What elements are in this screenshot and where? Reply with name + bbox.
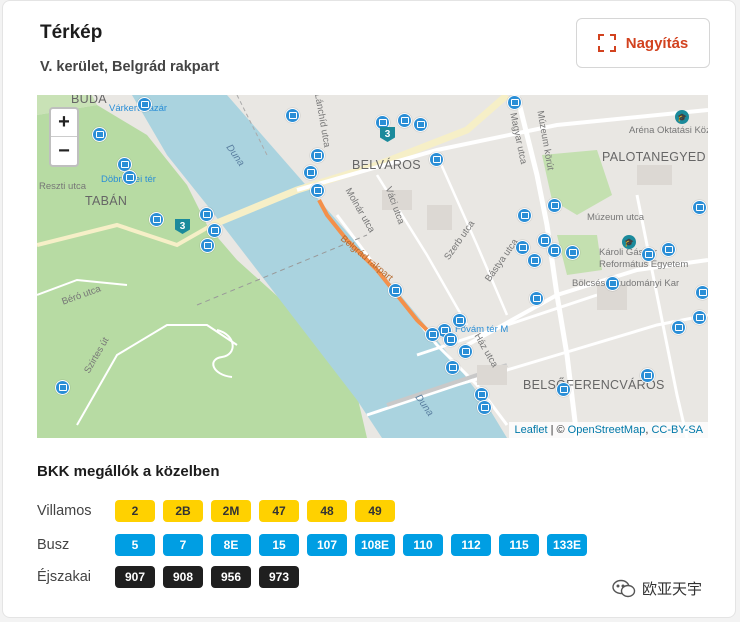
stops-section-title: BKK megállók a közelben	[37, 463, 220, 480]
zoom-in-button[interactable]: +	[51, 109, 77, 137]
bus-stop-icon[interactable]	[199, 207, 214, 222]
bus-stop-icon[interactable]	[692, 200, 707, 215]
bus-line-chip[interactable]: 115	[499, 534, 539, 556]
leaflet-link[interactable]: Leaflet	[514, 424, 547, 436]
wechat-icon	[612, 579, 636, 597]
bus-lines: 5 7 8E 15 107 108E 110 112 115 133E	[115, 534, 587, 556]
night-lines: 907 908 956 973	[115, 566, 299, 588]
map-label-palotanegyed: PALOTANEGYED	[602, 150, 706, 164]
bus-stop-icon[interactable]	[517, 208, 532, 223]
tram-line-chip[interactable]: 2	[115, 500, 155, 522]
bus-stop-icon[interactable]	[310, 148, 325, 163]
bus-stop-icon[interactable]	[641, 247, 656, 262]
night-row-label: Éjszakai	[37, 569, 91, 585]
bus-stop-icon[interactable]	[661, 242, 676, 257]
map-view[interactable]: BUDA Várkert Bazár Döbrentei tér Reszti …	[37, 95, 708, 438]
bus-stop-icon[interactable]	[507, 95, 522, 110]
bus-stop-icon[interactable]	[207, 223, 222, 238]
bus-stop-icon[interactable]	[452, 313, 467, 328]
bus-stop-icon[interactable]	[565, 245, 580, 260]
bus-stop-icon[interactable]	[529, 291, 544, 306]
bus-stop-icon[interactable]	[445, 360, 460, 375]
tram-line-chip[interactable]: 2M	[211, 500, 251, 522]
tram-line-chip[interactable]: 48	[307, 500, 347, 522]
night-line-chip[interactable]: 908	[163, 566, 203, 588]
bus-line-chip[interactable]: 15	[259, 534, 299, 556]
bus-stop-icon[interactable]	[671, 320, 686, 335]
bus-stop-icon[interactable]	[149, 212, 164, 227]
map-label-buda: BUDA	[71, 95, 107, 106]
bus-stop-icon[interactable]	[547, 243, 562, 258]
bus-stop-icon[interactable]	[92, 127, 107, 142]
bus-line-chip[interactable]: 108E	[355, 534, 395, 556]
map-attribution: Leaflet | © OpenStreetMap, CC-BY-SA	[509, 422, 708, 438]
bus-stop-icon[interactable]	[695, 285, 708, 300]
bus-stop-icon[interactable]	[122, 170, 137, 185]
enlarge-map-button[interactable]: Nagyítás	[576, 18, 710, 68]
attribution-separator: | ©	[547, 424, 568, 436]
bus-line-chip[interactable]: 8E	[211, 534, 251, 556]
bus-stop-icon[interactable]	[413, 117, 428, 132]
tram-row: Villamos 2 2B 2M 47 48 49	[37, 500, 395, 522]
education-icon: 🎓	[622, 235, 636, 249]
night-row: Éjszakai 907 908 956 973	[37, 566, 299, 588]
bus-stop-icon[interactable]	[137, 97, 152, 112]
osm-link[interactable]: OpenStreetMap	[568, 424, 646, 436]
watermark: 欧亚天宇	[612, 578, 702, 599]
bus-line-chip[interactable]: 5	[115, 534, 155, 556]
night-line-chip[interactable]: 907	[115, 566, 155, 588]
location-subtitle: V. kerület, Belgrád rakpart	[40, 59, 220, 75]
map-zoom-control: + −	[49, 107, 79, 167]
map-label-taban: TABÁN	[85, 194, 128, 208]
tram-line-chip[interactable]: 47	[259, 500, 299, 522]
zoom-out-button[interactable]: −	[51, 137, 77, 165]
license-link[interactable]: CC-BY-SA	[651, 424, 703, 436]
tram-lines: 2 2B 2M 47 48 49	[115, 500, 395, 522]
bus-stop-icon[interactable]	[310, 183, 325, 198]
map-label-reszti: Reszti utca	[39, 181, 86, 192]
bus-stop-icon[interactable]	[55, 380, 70, 395]
bus-stop-icon[interactable]	[458, 344, 473, 359]
bus-stop-icon[interactable]	[692, 310, 707, 325]
expand-icon	[597, 34, 616, 52]
watermark-text: 欧亚天宇	[642, 581, 703, 598]
bus-line-chip[interactable]: 112	[451, 534, 491, 556]
bus-stop-icon[interactable]	[425, 327, 440, 342]
bus-stop-icon[interactable]	[477, 400, 492, 415]
night-line-chip[interactable]: 973	[259, 566, 299, 588]
bus-stop-icon[interactable]	[547, 198, 562, 213]
tram-line-chip[interactable]: 2B	[163, 500, 203, 522]
map-label-muzeum-utca: Múzeum utca	[587, 212, 645, 223]
bus-stop-icon[interactable]	[515, 240, 530, 255]
education-icon: 🎓	[675, 110, 689, 124]
bus-stop-icon[interactable]	[388, 283, 403, 298]
bus-line-chip[interactable]: 133E	[547, 534, 587, 556]
page-title: Térkép	[40, 22, 103, 43]
enlarge-map-label: Nagyítás	[625, 34, 689, 52]
bus-stop-icon[interactable]	[303, 165, 318, 180]
bus-line-chip[interactable]: 107	[307, 534, 347, 556]
bus-row-label: Busz	[37, 537, 70, 553]
map-label-arena: Aréna Oktatási Köz	[629, 125, 708, 136]
tram-row-label: Villamos	[37, 503, 92, 519]
bus-line-chip[interactable]: 7	[163, 534, 203, 556]
bus-stop-icon[interactable]	[285, 108, 300, 123]
bus-stop-icon[interactable]	[443, 332, 458, 347]
bus-stop-icon[interactable]	[640, 368, 655, 383]
map-label-belvaros: BELVÁROS	[352, 158, 421, 172]
bus-stop-icon[interactable]	[556, 382, 571, 397]
bus-stop-icon[interactable]	[200, 238, 215, 253]
night-line-chip[interactable]: 956	[211, 566, 251, 588]
bus-stop-icon[interactable]	[527, 253, 542, 268]
bus-row: Busz 5 7 8E 15 107 108E 110 112 115 133E	[37, 534, 587, 556]
bus-line-chip[interactable]: 110	[403, 534, 443, 556]
map-label-bolcseszet: Bölcsészettudományi Kar	[572, 278, 680, 289]
bus-stop-icon[interactable]	[605, 276, 620, 291]
bus-stop-icon[interactable]	[397, 113, 412, 128]
bus-stop-icon[interactable]	[429, 152, 444, 167]
tram-line-chip[interactable]: 49	[355, 500, 395, 522]
